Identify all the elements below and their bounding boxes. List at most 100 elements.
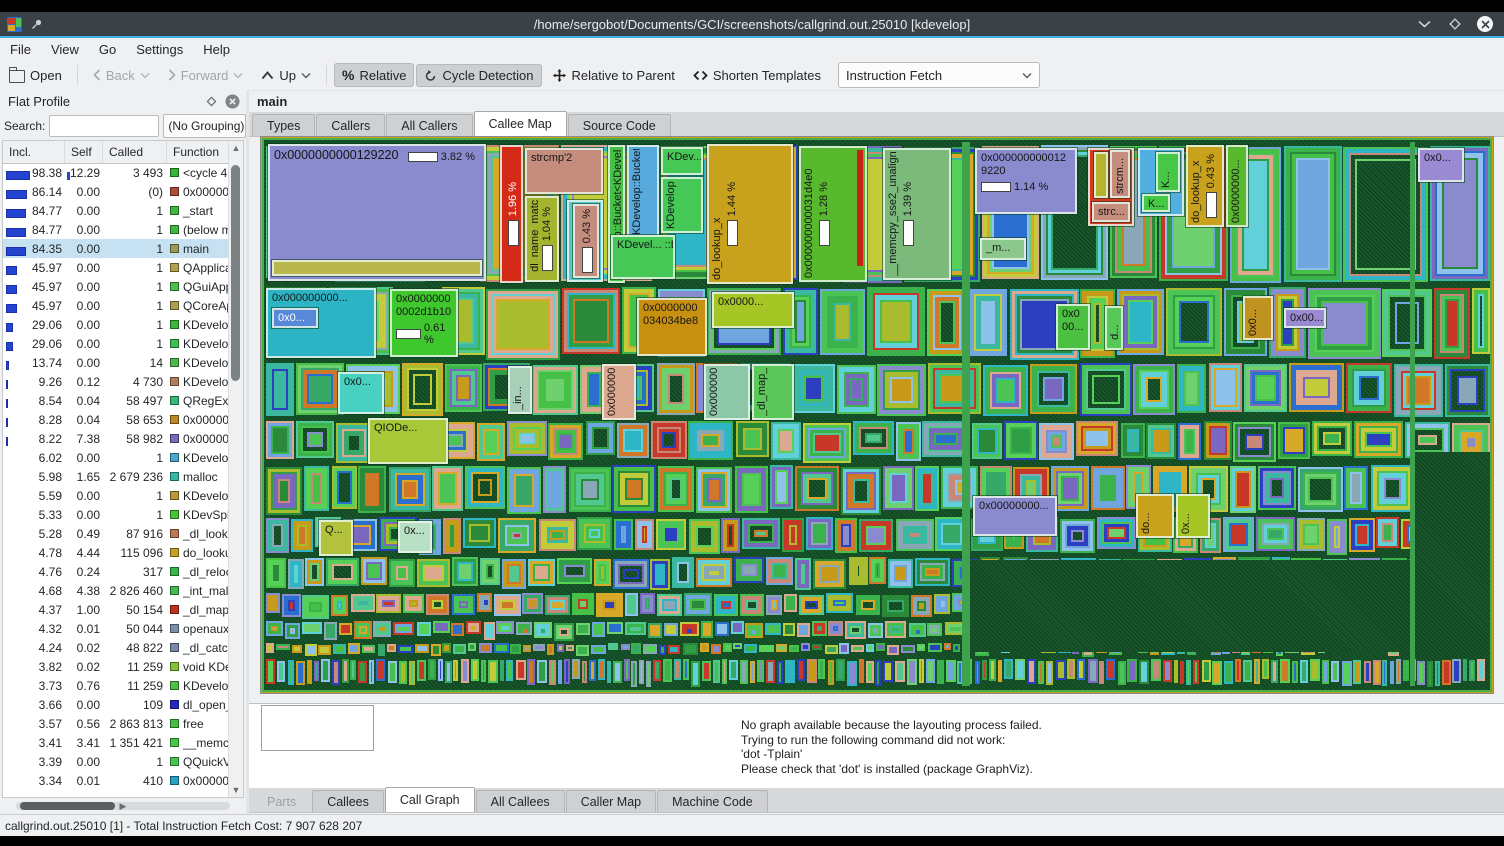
treemap-block[interactable] [621, 526, 626, 543]
treemap-block[interactable] [1390, 661, 1394, 684]
treemap-block[interactable] [347, 434, 361, 452]
treemap-block[interactable] [944, 643, 951, 650]
treemap-block[interactable] [868, 623, 883, 638]
treemap-block[interactable] [735, 466, 768, 513]
treemap-block[interactable] [1353, 660, 1361, 684]
treemap-block[interactable] [550, 600, 565, 610]
treemap-block[interactable] [624, 659, 630, 681]
treemap-block[interactable] [890, 377, 913, 403]
treemap-block[interactable] [302, 595, 329, 619]
treemap-block[interactable] [1297, 518, 1325, 551]
treemap-block[interactable] [736, 421, 769, 457]
treemap-block[interactable] [294, 565, 298, 583]
relative-to-parent-toggle[interactable]: Relative to Parent [544, 64, 683, 87]
treemap-block[interactable] [292, 645, 302, 653]
treemap-block[interactable] [618, 564, 644, 584]
treemap-block[interactable] [621, 644, 630, 650]
treemap-block[interactable] [1377, 471, 1408, 506]
treemap-block[interactable] [709, 571, 719, 575]
treemap-block[interactable] [432, 600, 443, 609]
treemap-block[interactable] [1107, 527, 1126, 539]
treemap-block[interactable] [1289, 363, 1344, 412]
treemap-block[interactable] [382, 600, 395, 607]
treemap-block[interactable] [1278, 422, 1310, 459]
treemap-block[interactable] [272, 524, 283, 547]
treemap-block[interactable] [481, 660, 486, 682]
treemap-block[interactable] [1071, 530, 1084, 542]
table-row[interactable]: 3.340.014100x0000000 [3, 771, 229, 790]
treemap-block[interactable] [1180, 661, 1184, 684]
treemap-block[interactable] [818, 659, 825, 679]
treemap-block[interactable] [523, 645, 531, 652]
treemap-block[interactable] [484, 622, 495, 640]
treemap-block[interactable] [1388, 295, 1426, 351]
table-row[interactable]: 45.970.001QApplicati [3, 258, 229, 277]
treemap-block[interactable] [1371, 465, 1414, 512]
treemap-block[interactable] [687, 629, 692, 633]
treemap-block[interactable] [1151, 428, 1171, 454]
table-row[interactable]: 4.240.0248 822_dl_catch_ [3, 638, 229, 657]
treemap-block[interactable] [731, 621, 744, 634]
treemap-block[interactable] [1267, 528, 1284, 540]
treemap-block[interactable] [376, 659, 385, 681]
treemap-block[interactable] [544, 377, 566, 403]
treemap-block[interactable] [1418, 435, 1437, 445]
treemap-block[interactable] [1463, 659, 1467, 681]
table-row[interactable]: 4.760.24317_dl_reloca [3, 562, 229, 581]
treemap-block[interactable] [545, 525, 570, 545]
treemap-block[interactable] [630, 627, 641, 631]
treemap-block[interactable] [859, 519, 893, 552]
treemap-block[interactable] [1296, 370, 1337, 405]
treemap-block[interactable] [450, 525, 454, 547]
treemap-block[interactable] [1102, 522, 1131, 544]
treemap-block[interactable] [305, 558, 324, 586]
treemap-block[interactable] [564, 659, 570, 684]
treemap-block[interactable] [799, 371, 828, 406]
treemap-block[interactable] [519, 433, 535, 444]
treemap-block[interactable] [483, 429, 499, 455]
treemap-block[interactable] [869, 557, 886, 584]
tab-call-graph[interactable]: Call Graph [385, 787, 475, 812]
treemap-block[interactable] [983, 365, 1028, 416]
treemap-block[interactable] [477, 423, 505, 461]
treemap-block[interactable] [1308, 477, 1333, 502]
treemap-block[interactable] [722, 659, 727, 684]
treemap-block[interactable] [402, 363, 443, 416]
treemap-block[interactable] [1322, 660, 1329, 684]
treemap-block[interactable] [491, 294, 555, 355]
treemap-block[interactable] [841, 524, 851, 547]
treemap-block[interactable] [1039, 423, 1074, 460]
treemap-block[interactable] [288, 660, 294, 685]
treemap-block[interactable] [625, 593, 638, 616]
treemap-block[interactable] [663, 659, 672, 682]
treemap-block[interactable] [523, 629, 527, 633]
treemap-block[interactable] [657, 427, 681, 453]
treemap-block[interactable] [496, 299, 550, 350]
treemap-block[interactable] [883, 661, 893, 682]
treemap-block[interactable] [934, 433, 958, 445]
treemap-block[interactable] [589, 529, 600, 538]
treemap-block[interactable] [599, 564, 606, 581]
treemap-block[interactable] [701, 434, 720, 447]
treemap-block[interactable] [453, 660, 458, 681]
treemap-block[interactable] [797, 659, 805, 681]
table-row[interactable]: 4.684.382 826 460_int_mallo [3, 581, 229, 600]
treemap-cell[interactable]: do_lookup_x0.43 % [1186, 145, 1224, 227]
treemap-block[interactable] [506, 660, 513, 681]
treemap-cell[interactable]: 0x... [1176, 494, 1210, 538]
treemap-block[interactable] [915, 558, 950, 586]
treemap-block[interactable] [282, 594, 301, 617]
shorten-templates-toggle[interactable]: Shorten Templates [685, 64, 829, 87]
table-row[interactable]: 84.770.001(below mai [3, 220, 229, 239]
treemap-block[interactable] [480, 558, 500, 585]
treemap-block[interactable] [757, 660, 764, 682]
treemap-block[interactable] [715, 622, 729, 636]
treemap-block[interactable] [388, 661, 397, 683]
treemap-block[interactable] [770, 465, 793, 509]
treemap-block[interactable] [1382, 660, 1387, 686]
treemap-block[interactable] [701, 621, 713, 638]
table-row[interactable]: 3.390.001QQuickVie [3, 752, 229, 771]
treemap-block[interactable] [500, 660, 504, 681]
treemap-block[interactable] [834, 303, 851, 341]
treemap-cell[interactable]: strc... [1092, 202, 1130, 222]
